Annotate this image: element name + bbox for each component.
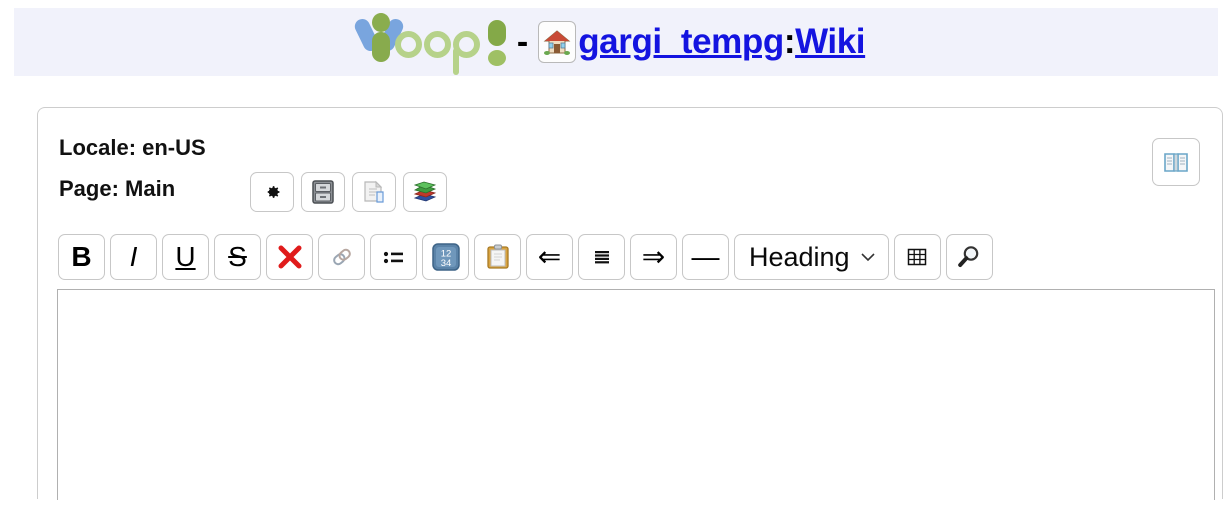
outdent-button[interactable]: ⇐ xyxy=(526,234,573,280)
document-copy-icon xyxy=(364,180,384,203)
align-button[interactable] xyxy=(578,234,625,280)
chain-link-icon xyxy=(332,248,351,266)
format-toolbar: B I U S 12 34 ⇐ ⇒ — Heading xyxy=(58,234,993,280)
clipboard-icon xyxy=(486,244,509,269)
indent-button[interactable]: ⇒ xyxy=(630,234,677,280)
italic-button[interactable]: I xyxy=(110,234,157,280)
bold-label: B xyxy=(71,241,92,272)
strikethrough-label: S xyxy=(228,241,247,272)
copy-page-button[interactable] xyxy=(352,172,396,212)
align-lines-icon xyxy=(594,251,609,264)
bullet-list-button[interactable] xyxy=(370,234,417,280)
wiki-editor-panel: Locale: en-US Page: Main B I U S 12 34 ⇐… xyxy=(37,107,1223,500)
table-grid-icon xyxy=(907,248,927,266)
header-separator: - xyxy=(516,23,529,61)
page-action-toolbar xyxy=(250,172,447,212)
file-cabinet-button[interactable] xyxy=(301,172,345,212)
logo-exclamation-dot xyxy=(487,50,506,66)
locale-label: Locale: en-US xyxy=(59,135,206,160)
chevron-down-icon xyxy=(861,253,875,262)
page-title: gargi_tempg:Wiki xyxy=(578,22,865,62)
heading-select-value: Heading xyxy=(749,241,850,272)
heading-select[interactable]: Heading xyxy=(734,234,889,280)
bulleted-list-icon xyxy=(383,251,403,264)
settings-button[interactable] xyxy=(250,172,294,212)
logo-letter-o1 xyxy=(394,31,422,58)
svg-text:34: 34 xyxy=(440,258,451,269)
search-button[interactable] xyxy=(945,234,993,280)
insert-link-button[interactable] xyxy=(318,234,365,280)
open-book-icon xyxy=(1164,153,1188,172)
paste-button[interactable] xyxy=(474,234,521,280)
page-header: - gargi_tempg:Wiki xyxy=(14,8,1218,76)
logo-letter-o2 xyxy=(423,31,451,58)
strikethrough-button[interactable]: S xyxy=(214,234,261,280)
underline-button[interactable]: U xyxy=(162,234,209,280)
home-icon[interactable] xyxy=(538,21,577,63)
numbered-list-icon: 12 34 xyxy=(431,243,460,271)
magnifier-icon xyxy=(958,246,979,267)
remove-format-button[interactable] xyxy=(266,234,313,280)
logo-exclamation-stem xyxy=(487,20,506,46)
numbered-list-button[interactable]: 12 34 xyxy=(422,234,469,280)
gear-icon xyxy=(267,186,280,198)
logo-y-dot xyxy=(371,13,390,32)
insert-table-button[interactable] xyxy=(893,234,941,280)
open-book-button[interactable] xyxy=(1152,138,1200,186)
horizontal-rule-icon: — xyxy=(691,241,720,272)
red-x-icon xyxy=(278,245,301,269)
arrow-left-icon: ⇐ xyxy=(537,241,562,272)
yoop-logo xyxy=(351,12,515,75)
wiki-content-textarea[interactable] xyxy=(57,289,1215,500)
title-page-link[interactable]: Wiki xyxy=(795,22,865,61)
horizontal-rule-button[interactable]: — xyxy=(682,234,729,280)
books-button[interactable] xyxy=(403,172,447,212)
title-separator: : xyxy=(783,22,796,61)
title-space-link[interactable]: gargi_tempg xyxy=(578,22,784,61)
file-cabinet-icon xyxy=(312,180,334,204)
logo-y-stem xyxy=(371,32,390,62)
bold-button[interactable]: B xyxy=(58,234,105,280)
italic-label: I xyxy=(129,241,138,272)
logo-p-tail xyxy=(452,48,459,75)
page-label: Page: Main xyxy=(59,176,176,201)
arrow-right-icon: ⇒ xyxy=(641,241,666,272)
underline-label: U xyxy=(175,241,196,272)
stacked-books-icon xyxy=(413,181,437,202)
